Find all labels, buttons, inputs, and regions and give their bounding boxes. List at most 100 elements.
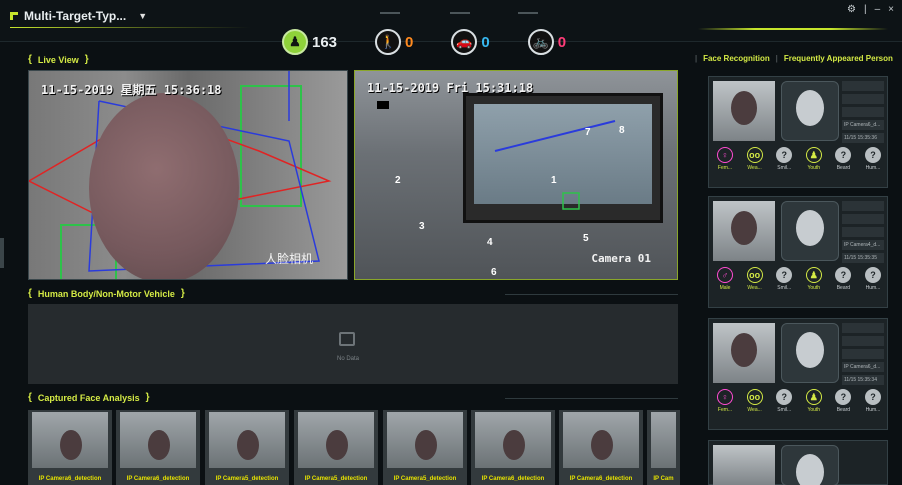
detection-overlay: 2 3 1 7 8 4 5 6 [395, 120, 625, 278]
section-divider [505, 294, 678, 295]
capture-label: IP Cam [653, 476, 674, 482]
capture-thumb[interactable]: IP Camera5_detection [205, 410, 289, 485]
pedestrian-counter[interactable]: 🚶 0 [375, 29, 413, 55]
capture-thumb[interactable]: IP Camera6_detection [471, 410, 555, 485]
face-recognition-card[interactable]: IP Camera6_d... 11/15 15:35:34 ♀ Fem... o… [708, 318, 888, 430]
capture-time: 11/15 15:35:36 [842, 133, 884, 143]
beard-unknown-icon: ? [835, 267, 852, 283]
youth-icon: ♟ [805, 267, 822, 283]
capture-thumb[interactable]: IP Cam [647, 410, 680, 485]
tab-separator: | [775, 54, 778, 63]
face-recognition-card[interactable] [708, 440, 888, 485]
smile-unknown-icon: ? [776, 389, 793, 405]
person-icon: ♟ [282, 29, 308, 55]
face-attributes: ♀ Fem... oo Wea... ? Smil... ♟ Youth ? Beard … [713, 147, 885, 171]
dropdown-caret-icon[interactable]: ▼ [138, 11, 147, 21]
empty-box-icon [339, 332, 355, 346]
gender-icon: ♀ [717, 147, 733, 163]
capture-time: 11/15 15:35:34 [842, 375, 884, 385]
human-unknown-icon: ? [864, 267, 881, 283]
capture-thumb[interactable]: IP Camera5_detection [383, 410, 467, 485]
header-accent-line [698, 28, 888, 30]
camera-name-label: Camera 01 [591, 252, 651, 265]
non-motor-counter[interactable]: 🚲 0 [527, 29, 566, 55]
svg-text:4: 4 [487, 237, 493, 248]
youth-icon: ♟ [805, 147, 822, 163]
tab-frequent-person[interactable]: Frequently Appeared Person [784, 54, 893, 63]
capture-time: 11/15 15:35:35 [842, 253, 884, 263]
svg-text:5: 5 [583, 233, 589, 244]
smile-unknown-icon: ? [776, 147, 793, 163]
app-title-dropdown[interactable]: Multi-Target-Typ... ▼ [10, 9, 147, 23]
captured-face-photo [713, 445, 775, 485]
face-recognition-card[interactable]: IP Camera6_d... 11/15 15:35:36 ♀ Fem... o… [708, 76, 888, 188]
pedestrian-icon: 🚶 [375, 29, 402, 55]
vehicle-count: 0 [481, 33, 490, 51]
face-attributes: ♀ Fem... oo Wea... ? Smil... ♟ Youth ? Beard … [713, 389, 885, 413]
svg-text:7: 7 [585, 127, 591, 138]
captured-face-photo [713, 323, 775, 383]
beard-unknown-icon: ? [835, 147, 852, 163]
capture-label: IP Camera5_detection [304, 476, 368, 482]
svg-text:6: 6 [491, 267, 497, 278]
capture-thumb[interactable]: IP Camera6_detection [28, 410, 112, 485]
capture-label: IP Camera5_detection [215, 476, 279, 482]
svg-text:3: 3 [419, 221, 425, 232]
tab-face-recognition[interactable]: Face Recognition [703, 54, 770, 63]
captured-face-photo [713, 81, 775, 141]
gender-icon: ♂ [717, 267, 733, 283]
capture-thumb[interactable]: IP Camera6_detection [116, 410, 200, 485]
left-scroll-handle[interactable] [0, 238, 4, 268]
capture-label: IP Camera6_detection [38, 476, 102, 482]
top-divider [518, 12, 538, 14]
camera-name: IP Camera6_d... [842, 362, 884, 372]
profile-placeholder-icon [781, 323, 839, 383]
capture-thumb[interactable]: IP Camera6_detection [559, 410, 643, 485]
glasses-icon: oo [746, 389, 763, 405]
capture-thumb[interactable]: IP Camera5_detection [294, 410, 378, 485]
timestamp-osd: 11-15-2019 星期五 15:36:18 [41, 83, 222, 97]
captured-face-title: Captured Face Analysis [37, 392, 140, 403]
smile-unknown-icon: ? [776, 267, 793, 283]
face-attributes: ♂ Male oo Wea... ? Smil... ♟ Youth ? Beard ? H… [713, 267, 885, 291]
camera-name: IP Camera4_d... [842, 240, 884, 250]
car-icon: 🚗 [451, 29, 478, 55]
capture-label: IP Camera6_detection [569, 476, 633, 482]
minimize-icon[interactable]: – [875, 4, 881, 15]
person-count: 163 [312, 33, 338, 51]
top-divider [450, 12, 470, 14]
card-info: IP Camera6_d... 11/15 15:35:36 [842, 81, 884, 146]
video-feed-right[interactable]: 2 3 1 7 8 4 5 6 11-15-2019 Fri 15:31:18 … [354, 70, 678, 280]
gender-icon: ♀ [717, 389, 733, 405]
card-info: IP Camera4_d... 11/15 15:35:35 [842, 201, 884, 266]
no-data-text: No Data [336, 356, 359, 362]
person-counter[interactable]: ♟ 163 [282, 29, 337, 55]
camera-name-label: 人脸相机 [265, 252, 314, 266]
bicycle-icon: 🚲 [527, 29, 554, 55]
human-body-title: Human Body/Non-Motor Vehicle [37, 288, 175, 299]
beard-unknown-icon: ? [835, 389, 852, 405]
video-feed-left[interactable]: 11-15-2019 星期五 15:36:18 人脸相机 [28, 70, 348, 280]
top-divider [380, 12, 400, 14]
live-view-header: { Live View } [28, 54, 89, 65]
window-controls: ⚙ | – × [847, 4, 894, 15]
close-icon[interactable]: × [888, 4, 894, 15]
live-view-title: Live View [37, 54, 79, 65]
timestamp-osd: 11-15-2019 Fri 15:31:18 [367, 81, 534, 95]
pedestrian-count: 0 [405, 33, 414, 51]
app-title: Multi-Target-Typ... [24, 9, 127, 23]
glasses-icon: oo [746, 267, 763, 283]
captured-face-header: { Captured Face Analysis } [28, 392, 150, 403]
capture-label: IP Camera6_detection [481, 476, 545, 482]
corner-icon [10, 12, 18, 20]
capture-label: IP Camera5_detection [393, 476, 457, 482]
face-recognition-card[interactable]: IP Camera4_d... 11/15 15:35:35 ♂ Male oo W… [708, 196, 888, 308]
vehicle-counter[interactable]: 🚗 0 [451, 29, 490, 55]
youth-icon: ♟ [805, 389, 822, 405]
section-divider [505, 398, 678, 399]
settings-icon[interactable]: ⚙ [847, 4, 856, 15]
camera-name: IP Camera6_d... [842, 120, 884, 130]
human-unknown-icon: ? [864, 389, 881, 405]
title-underline [10, 27, 250, 28]
card-info: IP Camera6_d... 11/15 15:35:34 [842, 323, 884, 388]
